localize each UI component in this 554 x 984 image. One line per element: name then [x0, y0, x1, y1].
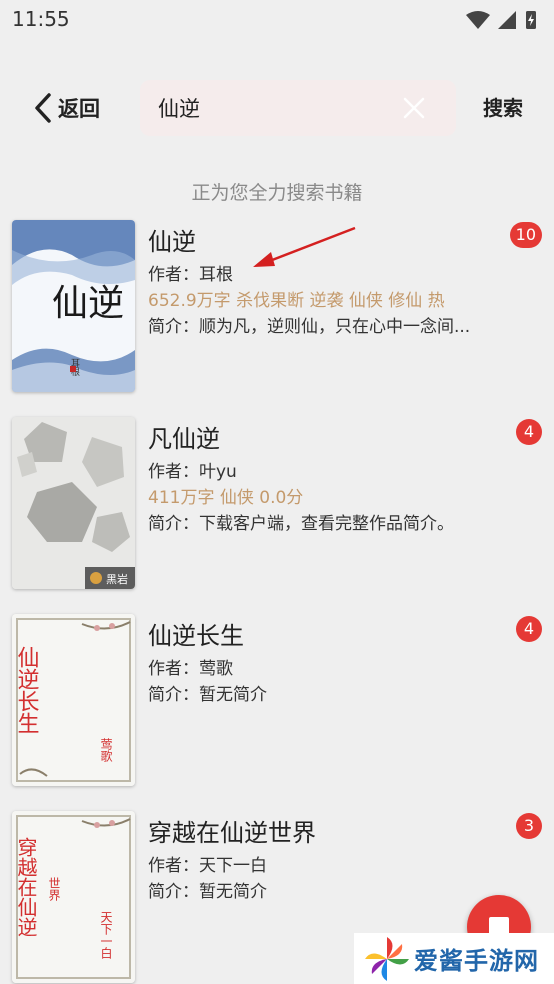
book-intro: 简介：下载客户端，查看完整作品简介。 — [148, 514, 454, 534]
book-intro: 简介：暂无简介 — [148, 882, 267, 902]
book-meta: 652.9万字 杀伐果断 逆袭 仙侠 修仙 热 — [148, 291, 445, 311]
cover-author: 莺歌 — [99, 738, 113, 762]
book-item[interactable]: 黑岩 凡仙逆 作者：叶yu 411万字 仙侠 0.0分 简介：下载客户端，查看完… — [0, 415, 554, 612]
signal-icon — [498, 11, 516, 29]
book-title: 凡仙逆 — [148, 425, 220, 453]
chevron-left-icon — [35, 93, 51, 123]
search-button[interactable]: 搜索 — [483, 92, 523, 121]
book-author: 作者：叶yu — [148, 462, 237, 482]
status-bar: 11:55 — [0, 0, 554, 40]
book-cover: 穿越在仙逆 世界 天下一白 — [12, 811, 135, 983]
book-author: 作者：天下一白 — [148, 856, 267, 876]
book-cover: 仙逆长生 莺歌 — [12, 614, 135, 786]
book-list: 仙逆 耳根 仙逆 作者：耳根 652.9万字 杀伐果断 逆袭 仙侠 修仙 热 简… — [0, 218, 554, 984]
book-title: 穿越在仙逆世界 — [148, 819, 316, 847]
cover-title: 仙逆长生 — [14, 646, 40, 734]
book-title: 仙逆长生 — [148, 622, 244, 650]
book-intro: 简介：暂无简介 — [148, 685, 267, 705]
cover-title: 穿越在仙逆 — [14, 837, 38, 937]
book-cover: 仙逆 耳根 — [12, 220, 135, 392]
book-intro: 简介：顺为凡，逆则仙，只在心中一念间... — [148, 317, 471, 337]
status-time: 11:55 — [12, 7, 70, 31]
source-count-badge: 4 — [516, 419, 542, 445]
pinwheel-logo-icon — [365, 936, 409, 981]
searching-status-text: 正为您全力搜索书籍 — [191, 182, 363, 204]
clear-icon[interactable] — [402, 96, 426, 120]
book-author: 作者：耳根 — [148, 265, 233, 285]
cover-title: 仙逆 — [52, 283, 124, 324]
book-title: 仙逆 — [148, 228, 196, 256]
source-count-badge: 4 — [516, 616, 542, 642]
book-meta: 411万字 仙侠 0.0分 — [148, 488, 304, 508]
cover-publisher: 黑岩 — [106, 572, 128, 586]
book-item[interactable]: 仙逆长生 莺歌 仙逆长生 作者：莺歌 简介：暂无简介 4 — [0, 612, 554, 809]
search-header: 返回 搜索 — [0, 60, 554, 150]
book-cover: 黑岩 — [12, 417, 135, 589]
watermark: 爱酱手游网 — [354, 933, 554, 984]
cover-subtitle: 世界 — [47, 877, 61, 902]
watermark-text: 爱酱手游网 — [414, 947, 539, 975]
cover-author: 天下一白 — [99, 911, 113, 959]
search-box[interactable] — [140, 80, 456, 136]
source-count-badge: 10 — [509, 222, 542, 248]
back-button[interactable]: 返回 — [34, 88, 100, 128]
back-label: 返回 — [58, 97, 100, 121]
status-icons — [466, 11, 536, 29]
book-author: 作者：莺歌 — [148, 659, 233, 679]
wifi-icon — [466, 11, 490, 29]
annotation-arrow-icon — [253, 226, 356, 267]
search-input[interactable] — [158, 80, 398, 136]
source-count-badge: 3 — [516, 813, 542, 839]
